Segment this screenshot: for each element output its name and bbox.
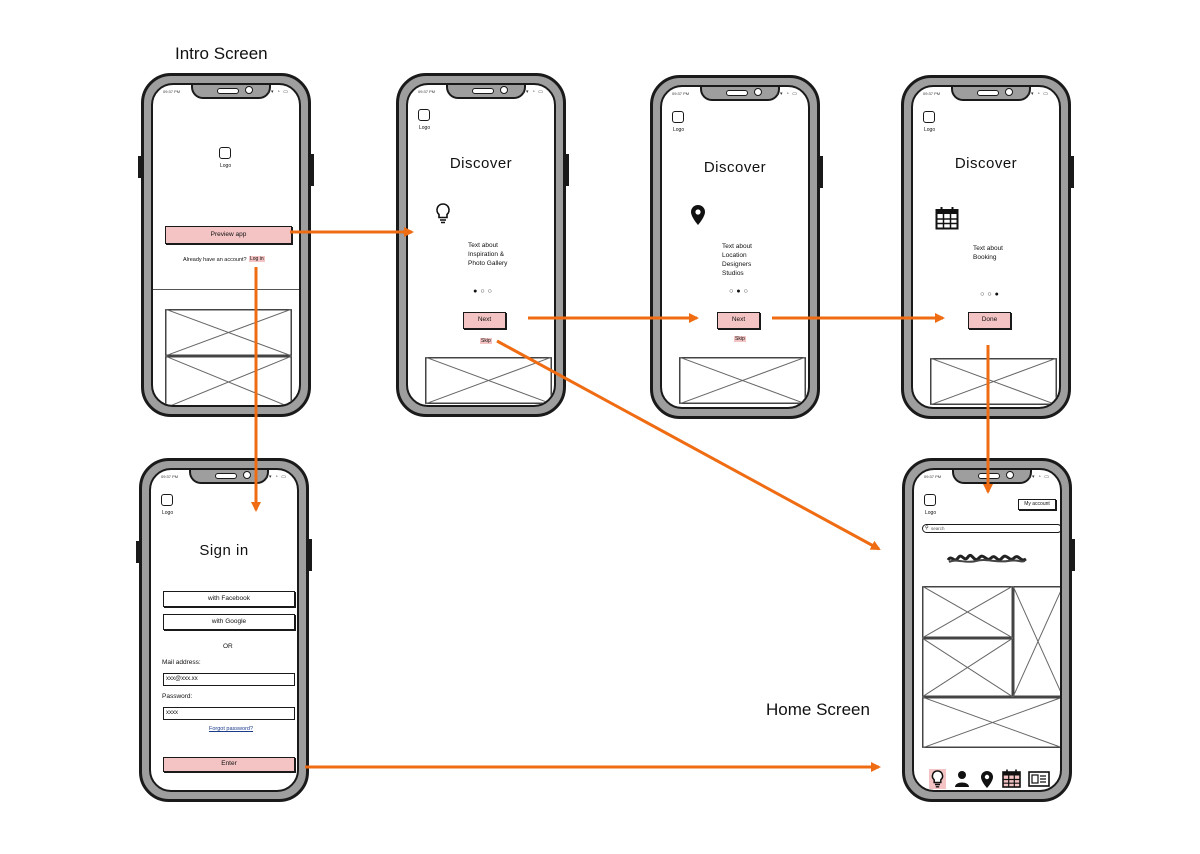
flow-arrows bbox=[251, 227, 993, 772]
arrow-skip-to-home bbox=[496, 339, 881, 551]
